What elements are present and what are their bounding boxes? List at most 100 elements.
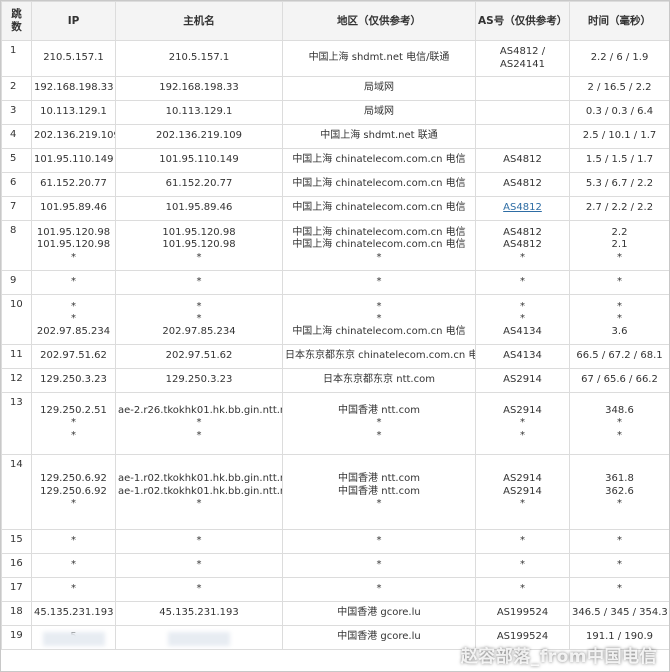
as-cell-line[interactable]: AS4812 xyxy=(478,227,567,240)
as-cell[interactable]: AS199524 xyxy=(475,601,570,626)
ip-cell[interactable]: * xyxy=(31,529,116,554)
ip-cell-line[interactable]: 210.5.157.1 xyxy=(34,52,113,65)
ip-cell[interactable]: * xyxy=(31,577,116,602)
ip-cell[interactable]: 202.97.51.62 xyxy=(31,344,116,369)
time-cell: 5.3 / 6.7 / 2.2 xyxy=(569,172,669,197)
location-cell: * xyxy=(282,270,476,295)
as-cell[interactable]: AS4812 AS4812 * xyxy=(475,220,570,271)
ip-cell-line[interactable]: 10.113.129.1 xyxy=(34,106,113,119)
hop-number: 15 xyxy=(1,529,32,554)
as-cell[interactable]: AS4812 xyxy=(475,148,570,173)
location-cell-line: * xyxy=(376,300,382,312)
ip-cell[interactable]: 210.5.157.1 xyxy=(31,40,116,77)
time-cell-line: * xyxy=(617,417,622,429)
as-cell[interactable]: * xyxy=(475,577,570,602)
ip-cell-line[interactable]: 129.250.2.51 xyxy=(34,405,113,418)
ip-cell[interactable]: * * 202.97.85.234 xyxy=(31,294,116,345)
as-cell[interactable] xyxy=(475,124,570,149)
ip-cell-line[interactable]: 61.152.20.77 xyxy=(34,178,113,191)
location-cell: 中国上海 chinatelecom.com.cn 电信 xyxy=(282,196,476,221)
ip-cell-line: * xyxy=(71,276,76,288)
as-cell-line[interactable]: AS2914 xyxy=(478,405,567,418)
ip-cell-line[interactable]: 101.95.89.46 xyxy=(34,202,113,215)
ip-cell-line[interactable]: 129.250.3.23 xyxy=(34,374,113,387)
hostname-cell-line: * xyxy=(196,429,202,441)
ip-cell[interactable]: 129.250.2.51 * * xyxy=(31,392,116,455)
location-cell: * xyxy=(282,553,476,578)
as-cell[interactable]: AS4812 /AS24141 xyxy=(475,40,570,77)
redacted-blur xyxy=(42,632,105,646)
as-cell-line[interactable]: AS4812 xyxy=(478,239,567,252)
ip-cell[interactable]: * xyxy=(31,270,116,295)
as-cell-line[interactable]: AS4812 xyxy=(478,202,567,215)
as-cell[interactable]: AS4812 xyxy=(475,196,570,221)
as-cell-line[interactable]: AS2914 xyxy=(478,486,567,499)
header-hop: 跳数 xyxy=(1,1,32,41)
ip-cell-line[interactable]: 202.97.85.234 xyxy=(34,326,113,339)
ip-cell[interactable]: 129.250.6.92 129.250.6.92 * xyxy=(31,454,116,530)
ip-cell-line[interactable]: 101.95.120.98 xyxy=(34,227,113,240)
ip-cell-line[interactable]: 202.97.51.62 xyxy=(34,350,113,363)
as-cell-line[interactable]: AS4812 xyxy=(478,154,567,167)
hostname-cell: * xyxy=(115,577,283,602)
ip-cell[interactable]: 192.168.198.33 xyxy=(31,76,116,101)
as-cell-line[interactable]: AS4134 xyxy=(478,350,567,363)
ip-cell[interactable]: 45.135.231.193 xyxy=(31,601,116,626)
as-cell-line[interactable]: AS24141 xyxy=(478,59,567,72)
time-cell-line: 3.6 xyxy=(611,325,628,337)
as-cell-line[interactable]: AS2914 xyxy=(478,374,567,387)
as-cell-line[interactable]: AS4134 xyxy=(478,326,567,339)
ip-cell-line[interactable]: 101.95.120.98 xyxy=(34,239,113,252)
ip-cell-line: * xyxy=(71,313,76,325)
ip-cell[interactable]: 5 xyxy=(31,625,116,650)
ip-cell[interactable]: 61.152.20.77 xyxy=(31,172,116,197)
hostname-cell: 202.97.51.62 xyxy=(115,344,283,369)
ip-cell-line[interactable]: 202.136.219.109 xyxy=(34,130,115,143)
ip-cell[interactable]: 129.250.3.23 xyxy=(31,368,116,393)
ip-cell[interactable]: 101.95.89.46 xyxy=(31,196,116,221)
time-cell-line: 1.5 / 1.5 / 1.7 xyxy=(585,154,654,166)
time-cell-line: 2.2 / 6 / 1.9 xyxy=(590,52,649,64)
as-cell[interactable]: AS2914 xyxy=(475,368,570,393)
as-cell[interactable]: AS4134 xyxy=(475,344,570,369)
as-cell[interactable]: * xyxy=(475,529,570,554)
hostname-cell: 101.95.110.149 xyxy=(115,148,283,173)
as-cell[interactable]: * xyxy=(475,270,570,295)
hop-number: 11 xyxy=(1,344,32,369)
time-cell-line: 2.2 xyxy=(611,226,628,238)
hop-number: 10 xyxy=(1,294,32,345)
table-row: 4 202.136.219.109 202.136.219.109 中国上海 shdm… xyxy=(1,124,669,149)
as-cell-line: * xyxy=(520,429,525,441)
time-cell: 2.7 / 2.2 / 2.2 xyxy=(569,196,669,221)
as-cell-line[interactable]: AS199524 xyxy=(478,607,567,620)
hostname-cell-line: * xyxy=(196,583,202,595)
as-cell[interactable]: AS4812 xyxy=(475,172,570,197)
as-cell-line[interactable]: AS2914 xyxy=(478,473,567,486)
hostname-cell: 10.113.129.1 xyxy=(115,100,283,125)
time-cell-line: 67 / 65.6 / 66.2 xyxy=(581,374,658,386)
as-cell[interactable]: * xyxy=(475,553,570,578)
location-cell: 局域网 xyxy=(282,100,476,125)
ip-cell[interactable]: 202.136.219.109 xyxy=(31,124,116,149)
ip-cell[interactable]: * xyxy=(31,553,116,578)
time-cell: 2.2 / 6 / 1.9 xyxy=(569,40,669,77)
as-cell-line[interactable]: AS4812 / xyxy=(478,46,567,59)
as-cell[interactable] xyxy=(475,76,570,101)
ip-cell[interactable]: 10.113.129.1 xyxy=(31,100,116,125)
ip-cell-line[interactable]: 129.250.6.92 xyxy=(34,473,113,486)
ip-cell[interactable]: 101.95.120.98 101.95.120.98 * xyxy=(31,220,116,271)
hop-number: 3 xyxy=(1,100,32,125)
ip-cell-line[interactable]: 45.135.231.193 xyxy=(34,607,114,620)
ip-cell-line: * xyxy=(71,251,76,263)
ip-cell-line[interactable]: 129.250.6.92 xyxy=(34,486,113,499)
as-cell[interactable]: * * AS4134 xyxy=(475,294,570,345)
ip-cell-line[interactable]: 101.95.110.149 xyxy=(34,154,114,167)
time-cell-line: * xyxy=(617,498,622,510)
as-cell[interactable] xyxy=(475,100,570,125)
as-cell-line[interactable]: AS4812 xyxy=(478,178,567,191)
as-cell[interactable]: AS2914 * * xyxy=(475,392,570,455)
ip-cell[interactable]: 101.95.110.149 xyxy=(31,148,116,173)
hop-number: 1 xyxy=(1,40,32,77)
ip-cell-line[interactable]: 192.168.198.33 xyxy=(34,82,114,95)
as-cell[interactable]: AS2914 AS2914 * xyxy=(475,454,570,530)
